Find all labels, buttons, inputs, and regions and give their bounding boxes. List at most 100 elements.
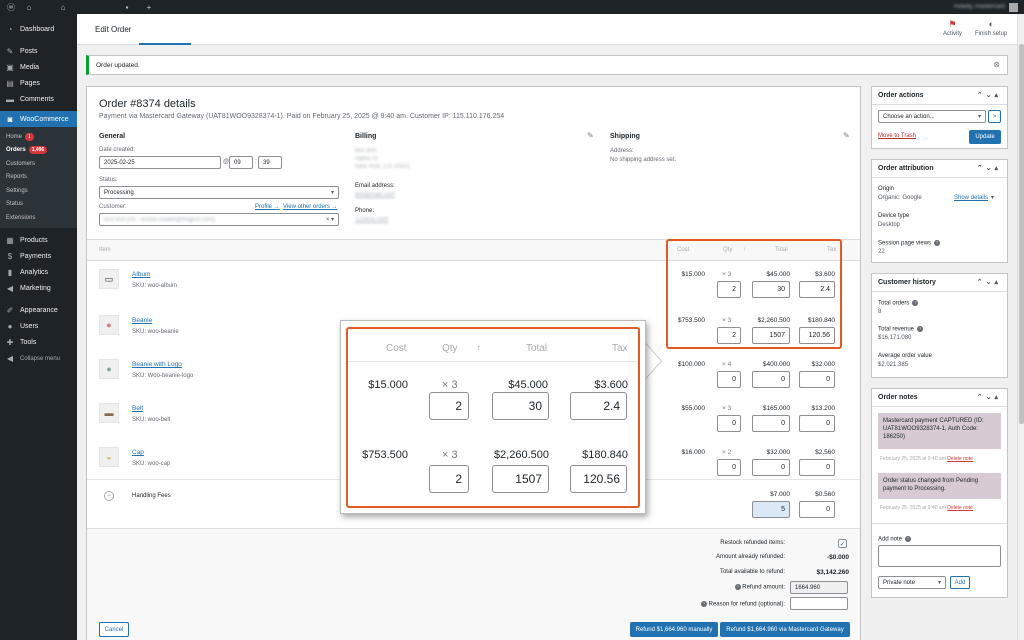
chevron-down-icon[interactable]: ▾ <box>991 194 994 201</box>
total-orders-label: Total orders? <box>878 300 919 307</box>
home-icon[interactable]: ⌂ <box>56 0 70 14</box>
item-name-link[interactable]: Belt <box>132 405 143 412</box>
submenu-status[interactable]: Status <box>0 198 77 212</box>
apply-action-button[interactable]: > <box>988 110 1001 123</box>
hour-field[interactable]: 09 <box>229 156 253 169</box>
sidebar-item-marketing[interactable]: ◀ Marketing <box>0 281 77 297</box>
sidebar-item-users[interactable]: ● Users <box>0 319 77 335</box>
sidebar-item-dashboard[interactable]: ◔ Dashboard <box>0 21 77 37</box>
submenu-home[interactable]: Home 1 <box>0 130 77 144</box>
submenu-customers[interactable]: Customers <box>0 157 77 171</box>
item-name-link[interactable]: Cap <box>132 449 144 456</box>
sidebar-item-tools[interactable]: ✚ Tools <box>0 335 77 351</box>
help-icon: ? <box>934 240 941 246</box>
box-controls-icon[interactable]: ⌃⌄▴ <box>977 278 1001 286</box>
refund-tax-input[interactable]: 0 <box>799 415 835 432</box>
add-note-textarea[interactable] <box>878 545 1001 567</box>
megaphone-icon: ◀ <box>6 284 14 293</box>
refund-tax-input[interactable]: 0 <box>799 459 835 476</box>
page-scrollbar[interactable] <box>1017 14 1024 640</box>
billing-phone[interactable]: 1234567890 <box>355 217 388 223</box>
refund-tax-input[interactable]: 0 <box>799 371 835 388</box>
submenu-extensions[interactable]: Extensions <box>0 211 77 225</box>
customer-history-header[interactable]: Customer history ⌃⌄▴ <box>872 274 1007 292</box>
refund-qty-input[interactable]: 0 <box>717 459 741 476</box>
refund-total-input[interactable]: 0 <box>752 459 790 476</box>
sidebar-item-collapse[interactable]: ◀ Collapse menu <box>0 351 77 367</box>
attribution-header[interactable]: Order attribution ⌃⌄▴ <box>872 160 1007 178</box>
submenu-reports[interactable]: Reports <box>0 171 77 185</box>
box-controls-icon[interactable]: ⌃⌄▴ <box>977 164 1001 172</box>
edit-billing-icon[interactable]: ✎ <box>587 131 594 140</box>
new-content-icon[interactable]: + <box>142 0 156 14</box>
item-name-link[interactable]: Beanie <box>132 317 152 324</box>
item-name-link[interactable]: Album <box>132 271 150 278</box>
fee-refund-total-input[interactable]: 5 <box>752 501 790 518</box>
item-sku: SKU: woo-beanie <box>132 329 179 335</box>
billing-email[interactable]: test@mail.com <box>355 192 395 198</box>
chevron-down-icon: × ▾ <box>325 217 334 223</box>
scroll-thumb[interactable] <box>1019 44 1024 424</box>
box-controls-icon[interactable]: ⌃⌄▴ <box>977 91 1001 99</box>
move-to-trash-link[interactable]: Move to Trash <box>878 133 916 139</box>
refund-gateway-button[interactable]: Refund $1,664.960 via Mastercard Gateway <box>720 622 850 637</box>
date-created-field[interactable]: 2025-02-25 <box>99 156 221 169</box>
greeting[interactable]: Howdy, mastercard <box>954 4 1005 10</box>
refund-total-input[interactable]: 0 <box>752 371 790 388</box>
box-controls-icon[interactable]: ⌃⌄▴ <box>977 393 1001 401</box>
fee-refund-tax-input[interactable]: 0 <box>799 501 835 518</box>
add-note-button[interactable]: Add <box>950 576 970 589</box>
finish-setup-button[interactable]: ◐ Finish setup <box>975 18 1007 37</box>
edit-shipping-icon[interactable]: ✎ <box>843 131 850 140</box>
submenu-orders[interactable]: Orders 1,496 <box>0 144 77 158</box>
item-name-link[interactable]: Beanie with Logo <box>132 361 182 368</box>
delete-note-link[interactable]: Delete note <box>947 456 973 462</box>
shipping-address-label: Address: <box>610 148 634 154</box>
zoom-highlight: Cost Qty ↑ Total Tax $15.000 × 3 $45.000… <box>346 327 640 508</box>
comments-icon[interactable]: ▪ <box>120 0 134 14</box>
profile-link[interactable]: Profile → <box>255 204 280 210</box>
refund-total-input[interactable]: 0 <box>752 415 790 432</box>
minute-field[interactable]: 39 <box>258 156 282 169</box>
note-type-select[interactable]: Private note ▾ <box>878 576 946 589</box>
sidebar-item-media[interactable]: ▣ Media <box>0 59 77 75</box>
view-other-orders-link[interactable]: View other orders → <box>283 204 338 210</box>
sidebar-item-pages[interactable]: ▤ Pages <box>0 75 77 91</box>
refund-amount-field[interactable]: 1664.960 <box>790 581 848 594</box>
sidebar-item-woocommerce[interactable]: ◙ WooCommerce <box>0 111 77 127</box>
sidebar-item-analytics[interactable]: ▮ Analytics <box>0 265 77 281</box>
highlight-callout <box>666 239 842 349</box>
zoom-total: $45.000 <box>508 379 548 391</box>
sidebar-item-payments[interactable]: $ Payments <box>0 249 77 265</box>
sidebar-item-products[interactable]: ▦ Products <box>0 233 77 249</box>
avatar[interactable] <box>1009 2 1018 12</box>
zoom-total-header: Total <box>526 343 548 354</box>
cancel-button[interactable]: Cancel <box>99 622 129 637</box>
reason-field[interactable] <box>790 597 848 610</box>
order-notes-header[interactable]: Order notes ⌃⌄▴ <box>872 389 1007 407</box>
order-actions-header[interactable]: Order actions ⌃⌄▴ <box>872 87 1007 105</box>
sidebar-item-comments[interactable]: ▬ Comments <box>0 91 77 107</box>
sites-icon[interactable]: ⌂ <box>22 0 36 14</box>
admin-bar-account[interactable]: Howdy, mastercard <box>954 0 1018 14</box>
dashboard-icon: ◔ <box>7 24 13 34</box>
payments-icon: $ <box>7 252 13 261</box>
refund-qty-input[interactable]: 0 <box>717 415 741 432</box>
phone-label: Phone: <box>355 208 375 214</box>
sidebar-item-posts[interactable]: ✎ Posts <box>0 43 77 59</box>
delete-note-link[interactable]: Delete note <box>947 505 973 511</box>
billing-address-line: New York, CA 10001 <box>355 164 411 170</box>
dismiss-icon[interactable]: ⊗ <box>993 60 1000 69</box>
status-select[interactable]: Processing ▾ <box>99 186 339 199</box>
sidebar-item-appearance[interactable]: ✐ Appearance <box>0 303 77 319</box>
restock-checkbox[interactable]: ✓ <box>838 539 847 548</box>
refund-manually-button[interactable]: Refund $1,664.960 manually <box>630 622 718 637</box>
wordpress-logo-icon[interactable]: ⓦ <box>4 0 18 14</box>
show-details-link[interactable]: Show details <box>954 195 988 201</box>
order-action-select[interactable]: Choose an action... ▾ <box>878 110 986 123</box>
customer-select[interactable]: test test (#4 - mobia.shaikh@fingent.com… <box>99 213 339 226</box>
refund-qty-input[interactable]: 0 <box>717 371 741 388</box>
update-button[interactable]: Update <box>969 130 1001 144</box>
submenu-settings[interactable]: Settings <box>0 184 77 198</box>
activity-button[interactable]: ⚑ Activity <box>943 18 962 37</box>
